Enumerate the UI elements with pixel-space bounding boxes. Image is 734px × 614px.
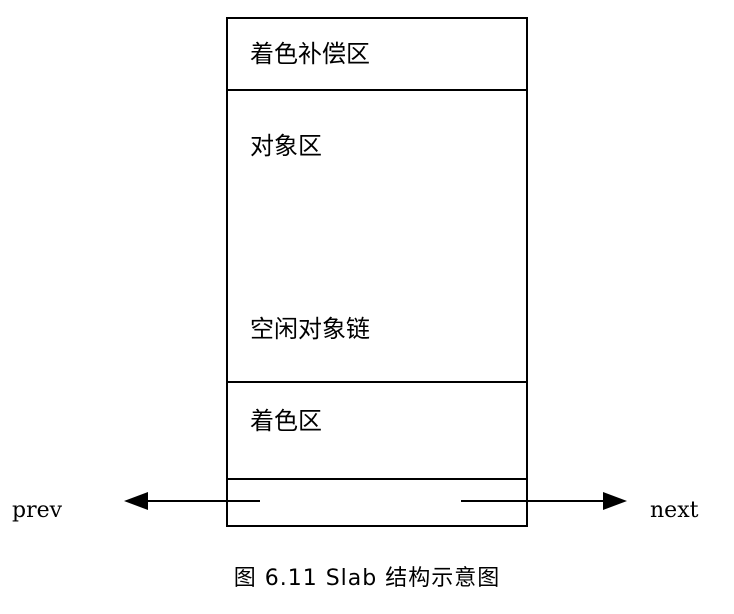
divider-after-object-area <box>228 381 526 383</box>
prev-arrow-head <box>124 492 148 510</box>
prev-label: prev <box>12 498 63 523</box>
next-label: next <box>650 498 699 523</box>
prev-arrow <box>124 492 260 510</box>
divider-after-compensation <box>228 89 526 91</box>
figure-caption: 图 6.11 Slab 结构示意图 <box>233 566 501 591</box>
next-arrow-head <box>603 492 627 510</box>
slab-structure-box: 着色补偿区 对象区 空闲对象链 着色区 <box>226 17 528 527</box>
object-area-label: 对象区 <box>250 132 322 160</box>
coloring-area-label: 着色区 <box>250 407 322 435</box>
divider-before-list-node <box>228 478 526 480</box>
free-object-chain-label: 空闲对象链 <box>250 315 370 343</box>
coloring-compensation-area-label: 着色补偿区 <box>250 40 370 68</box>
next-arrow <box>461 492 627 510</box>
